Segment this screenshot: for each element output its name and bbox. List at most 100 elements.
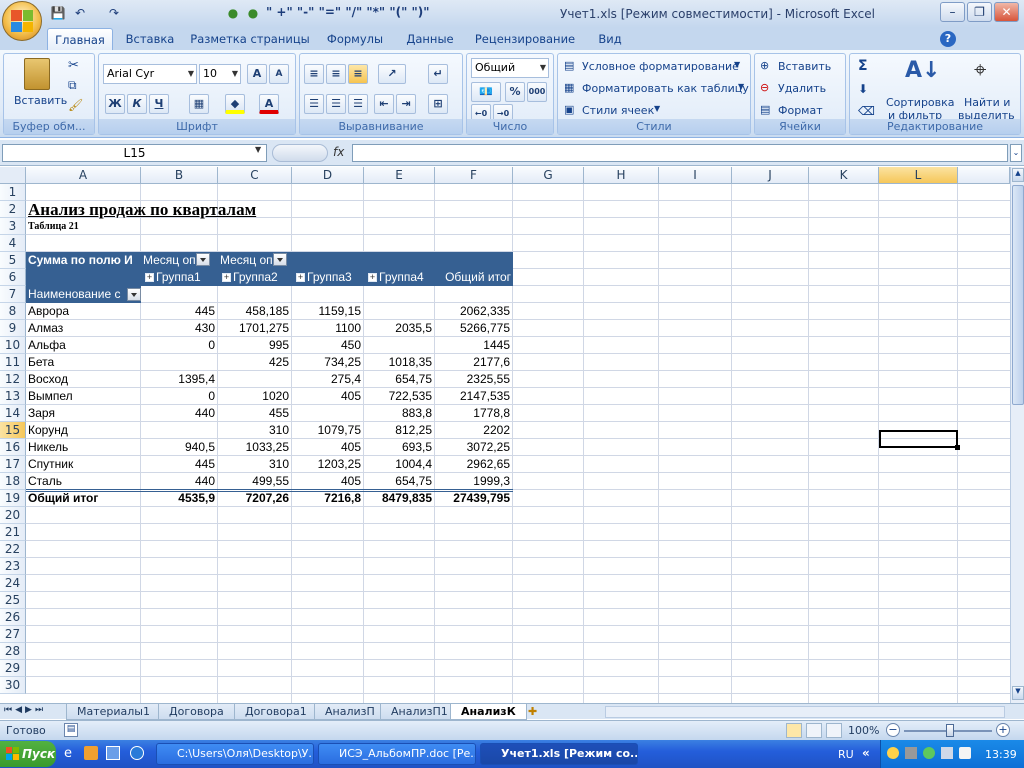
- delete-cells-button[interactable]: Удалить: [778, 82, 826, 95]
- page-layout-view-icon[interactable]: [806, 723, 822, 738]
- orientation-icon[interactable]: ↗: [378, 64, 406, 84]
- underline-button[interactable]: Ч: [149, 94, 169, 114]
- green-circle-icon[interactable]: ●: [225, 5, 241, 21]
- pivot-value[interactable]: 1018,35: [364, 354, 434, 371]
- tab-view[interactable]: Вид: [590, 28, 630, 50]
- pivot-row-label[interactable]: Аврора: [28, 303, 141, 320]
- sheet-tab-analysis-p1[interactable]: АнализП1: [380, 704, 459, 720]
- vertical-scrollbar[interactable]: ▲ ▼: [1010, 167, 1024, 703]
- shrink-font-button[interactable]: A: [269, 64, 289, 84]
- insert-sheet-icon[interactable]: ✚: [528, 705, 537, 718]
- pivot-value[interactable]: [364, 337, 434, 354]
- pivot-row-label[interactable]: Никель: [28, 439, 141, 456]
- tab-insert[interactable]: Вставка: [120, 28, 180, 50]
- grand-total-value[interactable]: 8479,835: [364, 490, 434, 507]
- wrap-text-icon[interactable]: ↵: [428, 64, 448, 84]
- pivot-group-1[interactable]: + Группа1: [145, 269, 218, 286]
- grand-total-value[interactable]: 7207,26: [218, 490, 291, 507]
- pivot-column-field-c[interactable]: Месяц оп: [220, 252, 292, 269]
- row-header-19[interactable]: 19: [0, 490, 26, 507]
- column-header-l[interactable]: L: [879, 167, 958, 184]
- column-header-h[interactable]: H: [584, 167, 659, 184]
- pivot-value[interactable]: 883,8: [364, 405, 434, 422]
- pivot-value[interactable]: 445: [141, 456, 217, 473]
- maximize-button[interactable]: ❐: [967, 2, 992, 22]
- pivot-value[interactable]: 734,25: [292, 354, 363, 371]
- pivot-value[interactable]: 425: [218, 354, 291, 371]
- row-header-13[interactable]: 13: [0, 388, 26, 405]
- pivot-value[interactable]: 1004,4: [364, 456, 434, 473]
- sheet-nav-arrows-icon[interactable]: ⏮◀▶⏭: [4, 705, 46, 715]
- expand-icon[interactable]: +: [222, 273, 231, 283]
- pivot-row-label[interactable]: Сталь: [28, 473, 141, 490]
- quick-launch-icon[interactable]: [130, 746, 144, 760]
- sheet-tab-contracts[interactable]: Договора: [158, 704, 235, 720]
- expand-icon[interactable]: +: [368, 273, 377, 283]
- tray-expand-icon[interactable]: «: [862, 746, 870, 760]
- row-header-3[interactable]: 3: [0, 218, 26, 235]
- pivot-value[interactable]: 450: [292, 337, 363, 354]
- help-icon[interactable]: ?: [940, 31, 956, 47]
- pivot-row-label[interactable]: Спутник: [28, 456, 141, 473]
- pivot-value[interactable]: 5266,775: [435, 320, 512, 337]
- conditional-format-button[interactable]: Условное форматирование: [582, 60, 739, 73]
- align-middle-icon[interactable]: ≡: [326, 64, 346, 84]
- pivot-value[interactable]: 1999,3: [435, 473, 512, 490]
- active-cell-selection[interactable]: [879, 430, 958, 448]
- autosum-button[interactable]: Σ: [858, 58, 868, 74]
- column-header-j[interactable]: J: [732, 167, 809, 184]
- pivot-group-3[interactable]: + Группа3: [296, 269, 364, 286]
- office-button[interactable]: [2, 1, 42, 41]
- merge-center-icon[interactable]: ⊞: [428, 94, 448, 114]
- pivot-value[interactable]: 693,5: [364, 439, 434, 456]
- zoom-out-icon[interactable]: −: [886, 723, 900, 737]
- pivot-value[interactable]: 499,55: [218, 473, 291, 490]
- pivot-grand-total-header[interactable]: Общий итог: [437, 269, 511, 286]
- row-header-17[interactable]: 17: [0, 456, 26, 473]
- pivot-value[interactable]: [141, 422, 217, 439]
- green-circle-icon-2[interactable]: ●: [245, 5, 261, 21]
- row-header-10[interactable]: 10: [0, 337, 26, 354]
- pivot-value[interactable]: 1159,15: [292, 303, 363, 320]
- tray-icon-2[interactable]: [905, 747, 917, 759]
- task-excel[interactable]: Учет1.xls [Режим со...: [480, 743, 638, 765]
- pivot-value[interactable]: 458,185: [218, 303, 291, 320]
- insert-cells-button[interactable]: Вставить: [778, 60, 831, 73]
- pivot-value[interactable]: 405: [292, 388, 363, 405]
- pivot-value[interactable]: 1701,275: [218, 320, 291, 337]
- media-player-icon[interactable]: [84, 746, 98, 760]
- pivot-value[interactable]: 440: [141, 473, 217, 490]
- pivot-value[interactable]: 654,75: [364, 473, 434, 490]
- font-name-select[interactable]: Arial Cyr ▼: [103, 64, 197, 84]
- pivot-value[interactable]: 445: [141, 303, 217, 320]
- column-header-f[interactable]: F: [435, 167, 513, 184]
- formula-input[interactable]: [352, 144, 1008, 162]
- tab-review[interactable]: Рецензирование: [470, 28, 580, 50]
- horizontal-scrollbar[interactable]: [605, 706, 1005, 718]
- tray-icon-3[interactable]: [923, 747, 935, 759]
- qat-formula-buttons[interactable]: " +" "-" "=" "/" "*" "(" ")": [266, 5, 430, 19]
- fill-icon[interactable]: ⬇: [858, 82, 868, 96]
- pivot-value[interactable]: 1203,25: [292, 456, 363, 473]
- font-color-icon[interactable]: A: [259, 94, 279, 114]
- pivot-value[interactable]: [364, 303, 434, 320]
- sheet-tab-analysis-p[interactable]: АнализП: [314, 704, 386, 720]
- column-header-g[interactable]: G: [513, 167, 584, 184]
- row-header-1[interactable]: 1: [0, 184, 26, 201]
- pivot-row-label[interactable]: Заря: [28, 405, 141, 422]
- pivot-value[interactable]: 1033,25: [218, 439, 291, 456]
- zoom-slider-thumb[interactable]: [946, 724, 954, 737]
- row-header-30[interactable]: 30: [0, 677, 26, 694]
- row-header-18[interactable]: 18: [0, 473, 26, 490]
- row-header-8[interactable]: 8: [0, 303, 26, 320]
- pivot-value[interactable]: 405: [292, 473, 363, 490]
- row-header-16[interactable]: 16: [0, 439, 26, 456]
- scroll-thumb[interactable]: [1012, 185, 1024, 405]
- thousands-button[interactable]: 000: [527, 82, 547, 102]
- pivot-row-label[interactable]: Восход: [28, 371, 141, 388]
- column-header-a[interactable]: A: [26, 167, 141, 184]
- close-button[interactable]: ✕: [994, 2, 1019, 22]
- row-header-23[interactable]: 23: [0, 558, 26, 575]
- pivot-row-label[interactable]: Вымпел: [28, 388, 141, 405]
- normal-view-icon[interactable]: [786, 723, 802, 738]
